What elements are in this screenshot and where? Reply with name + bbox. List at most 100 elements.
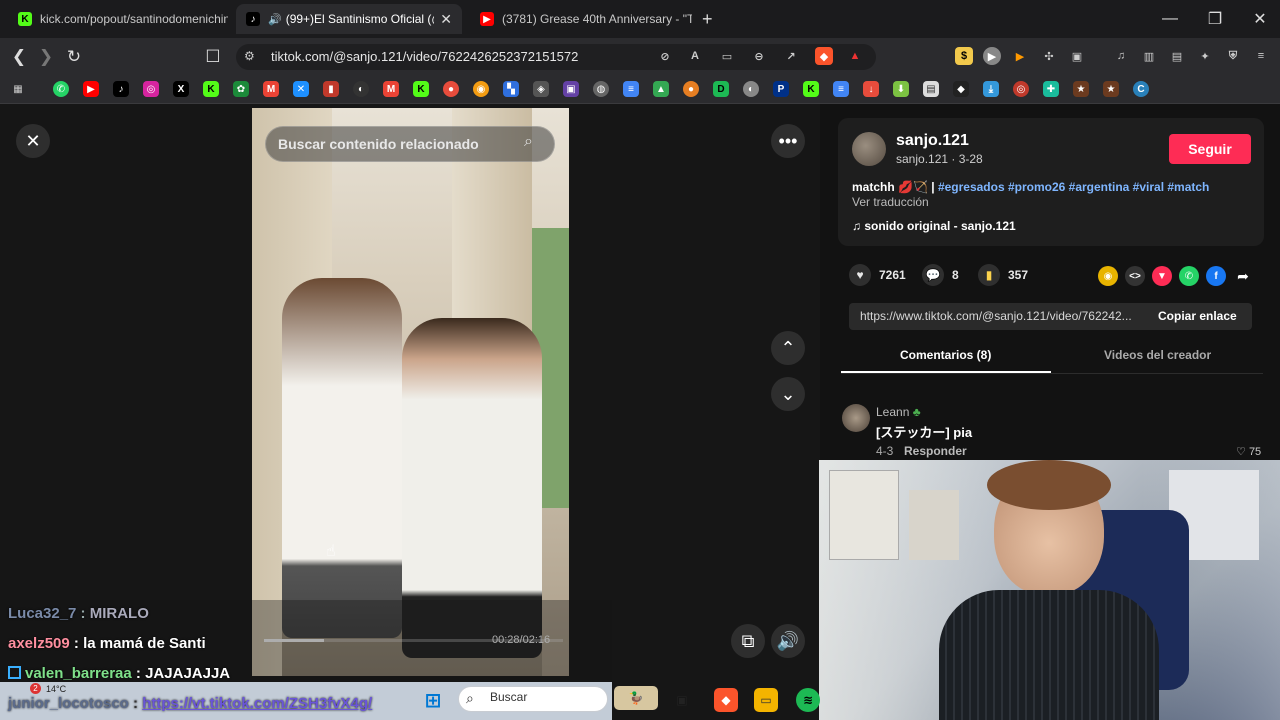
zoom-icon[interactable]: ⊖ [750, 47, 768, 65]
kick-bookmark-icon-3[interactable]: K [803, 81, 819, 97]
comment-author[interactable]: Leann ♣ [876, 405, 921, 419]
bookmark-icon[interactable]: ☐ [202, 46, 224, 68]
whatsapp-share-icon[interactable]: ✆ [1179, 266, 1199, 286]
canva-icon[interactable]: C [1133, 81, 1149, 97]
wallet-icon[interactable]: ▤ [1168, 47, 1186, 65]
facebook-share-icon[interactable]: f [1206, 266, 1226, 286]
bookmark-icon-17[interactable]: ◈ [533, 81, 549, 97]
taskbar-search[interactable] [458, 686, 608, 712]
volume-button[interactable]: 🔊 [771, 624, 805, 658]
tiktok-bookmark-icon[interactable]: ♪ [113, 81, 129, 97]
kick-bookmark-icon-2[interactable]: K [413, 81, 429, 97]
avatar[interactable] [852, 132, 886, 166]
chart-bookmark-icon[interactable]: ▮ [323, 81, 339, 97]
youtube-bookmark-icon[interactable]: ▶ [83, 81, 99, 97]
translate-icon[interactable]: A [686, 47, 704, 65]
close-video-button[interactable]: ✕ [16, 124, 50, 158]
apps-grid-icon[interactable]: ▦ [10, 81, 26, 97]
tab-youtube[interactable]: ▶ (3781) Grease 40th Anniversary - "Th [470, 4, 692, 34]
back-button[interactable]: ❮ [8, 46, 30, 68]
media-icon[interactable]: ♫ [1112, 47, 1130, 65]
star-bookmark-icon-2[interactable]: ★ [1103, 81, 1119, 97]
gmail-icon-2[interactable]: M [383, 81, 399, 97]
new-tab-button[interactable]: + [702, 9, 713, 30]
comment-avatar[interactable] [842, 404, 870, 432]
close-tab-icon[interactable]: ✕ [434, 11, 452, 28]
pip-button[interactable]: ⧉ [731, 624, 765, 658]
chat-link[interactable]: https://vt.tiktok.com/ZSH3fvX4g/ [142, 695, 372, 712]
vpn-icon[interactable]: ⛨ [1224, 47, 1242, 65]
previous-video-button[interactable]: ⌃ [771, 331, 805, 365]
download-icon[interactable]: ↓ [863, 81, 879, 97]
spotify-icon[interactable]: ≋ [796, 688, 820, 712]
whatsapp-icon[interactable]: ✆ [53, 81, 69, 97]
extensions-puzzle-icon[interactable]: ✣ [1040, 47, 1058, 65]
url-text[interactable]: tiktok.com/@sanjo.121/video/762242625237… [271, 49, 578, 64]
forward-button[interactable]: ❯ [35, 46, 57, 68]
extension-play-icon[interactable]: ▶ [983, 47, 1001, 65]
bookmark-icon-15[interactable]: ◉ [473, 81, 489, 97]
leo-ai-icon[interactable]: ✦ [1196, 47, 1214, 65]
task-view-icon[interactable]: ▣ [670, 688, 694, 712]
docs-icon[interactable]: ≡ [623, 81, 639, 97]
copy-link-button[interactable]: Copiar enlace [1158, 309, 1237, 323]
save-stat[interactable]: ▮ 357 [978, 264, 1028, 286]
star-bookmark-icon[interactable]: ★ [1073, 81, 1089, 97]
brave-shields-icon[interactable]: ◆ [815, 47, 833, 65]
tab-creator-videos[interactable]: Videos del creador [1104, 348, 1211, 362]
kick-bookmark-icon[interactable]: K [203, 81, 219, 97]
x-icon[interactable]: X [173, 81, 189, 97]
bookmark-icon-16[interactable]: ▚ [503, 81, 519, 97]
file-explorer-icon[interactable]: ▭ [754, 688, 778, 712]
share-arrow-icon[interactable]: ➦ [1233, 266, 1253, 286]
paypal-icon[interactable]: P [773, 81, 789, 97]
share-coin-icon[interactable]: ◉ [1098, 266, 1118, 286]
comment-stat[interactable]: 💬 8 [922, 264, 959, 286]
tab-comments[interactable]: Comentarios (8) [900, 348, 991, 362]
bookmark-icon-19[interactable]: ◍ [593, 81, 609, 97]
next-video-button[interactable]: ⌄ [771, 377, 805, 411]
tab-kick[interactable]: K kick.com/popout/santinodomenichin [8, 4, 228, 34]
extension-arrow-icon[interactable]: ▶ [1011, 47, 1029, 65]
tab-tiktok[interactable]: ♪ 🔊 (99+)El Santinismo Oficial (@ ✕ [236, 4, 462, 34]
twitch-icon[interactable]: ▣ [563, 81, 579, 97]
site-info-icon[interactable]: ⚙ [244, 49, 255, 63]
bookmark-icon-31[interactable]: ◆ [953, 81, 969, 97]
sound-row[interactable]: ♫ sonido original - sanjo.121 [852, 219, 1016, 233]
bookmark-icon-22[interactable]: ● [683, 81, 699, 97]
search-icon[interactable]: ⌕ [524, 133, 533, 151]
no-tracking-icon[interactable]: ⊘ [656, 47, 674, 65]
more-options-button[interactable]: ••• [771, 124, 805, 158]
video-player[interactable] [252, 108, 569, 676]
download-green-icon[interactable]: ⬇ [893, 81, 909, 97]
follow-button[interactable]: Seguir [1169, 134, 1251, 164]
windows-start-icon[interactable]: ⊞ [421, 688, 445, 712]
sidebar-icon[interactable]: ▥ [1140, 47, 1158, 65]
translate-link[interactable]: Ver traducción [852, 195, 929, 209]
weather-temp[interactable]: 14°C [46, 684, 66, 694]
docs-icon-2[interactable]: ≡ [833, 81, 849, 97]
minimize-button[interactable]: — [1148, 0, 1192, 38]
reload-button[interactable]: ↻ [63, 46, 85, 68]
username[interactable]: sanjo.121 [896, 132, 969, 150]
send-icon[interactable]: ▼ [1152, 266, 1172, 286]
like-stat[interactable]: ♥ 7261 [849, 264, 906, 286]
related-search-placeholder[interactable]: Buscar contenido relacionado [278, 136, 479, 152]
drive-icon[interactable]: ▲ [653, 81, 669, 97]
reply-button[interactable]: Responder [904, 444, 967, 458]
brave-rewards-icon[interactable]: ▲ [846, 47, 864, 65]
d-bookmark-icon[interactable]: D [713, 81, 729, 97]
instagram-icon[interactable]: ◎ [143, 81, 159, 97]
caption-hashtags[interactable]: #egresados #promo26 #argentina #viral #m… [938, 180, 1209, 194]
bookmark-icon-9[interactable]: ✕ [293, 81, 309, 97]
bookmark-icon-34[interactable]: ✚ [1043, 81, 1059, 97]
video-link[interactable]: https://www.tiktok.com/@sanjo.121/video/… [860, 309, 1132, 323]
menu-icon[interactable]: ≡ [1252, 47, 1270, 65]
screenshot-icon[interactable]: ▣ [1068, 47, 1086, 65]
save-icon[interactable]: ⤓ [983, 81, 999, 97]
bookmark-icon-33[interactable]: ◎ [1013, 81, 1029, 97]
embed-icon[interactable]: <> [1125, 266, 1145, 286]
gmail-icon[interactable]: M [263, 81, 279, 97]
maximize-button[interactable]: ❐ [1193, 0, 1237, 38]
close-window-button[interactable]: ✕ [1238, 0, 1280, 38]
